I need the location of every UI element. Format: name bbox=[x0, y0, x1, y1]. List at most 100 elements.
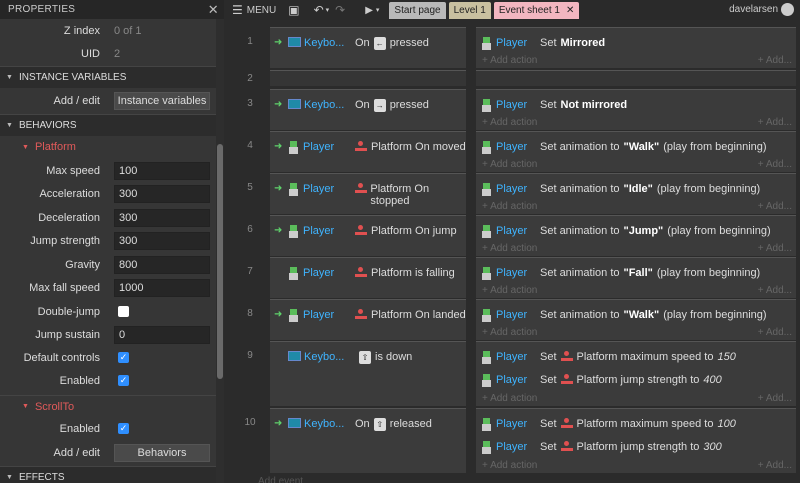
action-row[interactable]: Player Set animation to "Fall" (play from b… bbox=[476, 262, 796, 284]
condition-object[interactable]: ➜ Player bbox=[270, 216, 349, 256]
prop-input[interactable]: 300 bbox=[114, 231, 210, 250]
condition-text[interactable]: Platform On landed bbox=[350, 300, 466, 340]
section-effects[interactable]: ▼ EFFECTS bbox=[0, 466, 216, 483]
condition-text[interactable]: On ← pressed bbox=[350, 28, 466, 68]
platform-enabled-checkbox[interactable]: ✓ bbox=[118, 375, 129, 386]
play-icon[interactable]: ▶ bbox=[365, 5, 373, 16]
condition-text[interactable]: Platform is falling bbox=[350, 258, 466, 298]
tab-event-sheet-1[interactable]: Event sheet 1 ✕ bbox=[493, 1, 580, 19]
action-text[interactable]: Set Mirrored bbox=[536, 37, 609, 49]
add-more-link[interactable]: + Add... bbox=[758, 285, 792, 296]
action-object[interactable]: Player bbox=[476, 182, 536, 196]
tab-level-1[interactable]: Level 1 bbox=[448, 1, 491, 19]
event-conditions[interactable]: ➜ Player Platform On stopped bbox=[270, 173, 466, 214]
action-text[interactable]: Set animation to "Jump" (play from beginni… bbox=[536, 225, 771, 237]
action-text[interactable]: Set Not mirrored bbox=[536, 99, 631, 111]
add-action-link[interactable]: + Add action + Add... bbox=[476, 458, 796, 472]
prop-input[interactable]: 1000 bbox=[114, 278, 210, 297]
add-action-link[interactable]: + Add action + Add... bbox=[476, 115, 796, 129]
action-row[interactable]: Player Set animation to "Jump" (play from b… bbox=[476, 220, 796, 242]
condition-object[interactable]: ➜ Player bbox=[270, 174, 349, 214]
add-action-link[interactable]: + Add action + Add... bbox=[476, 283, 796, 297]
event-conditions[interactable]: Player Platform is falling bbox=[270, 257, 466, 298]
action-text[interactable]: Set animation to "Idle" (play from beginni… bbox=[536, 183, 760, 195]
prop-input[interactable]: 0 bbox=[114, 325, 210, 344]
condition-text[interactable]: Platform On jump bbox=[350, 216, 466, 256]
condition-object[interactable]: ➜ Keybo... bbox=[270, 409, 349, 473]
add-more-link[interactable]: + Add... bbox=[758, 117, 792, 128]
action-text[interactable]: Set Platform maximum speed to 100 bbox=[536, 418, 736, 430]
condition-object[interactable]: Player bbox=[270, 258, 349, 298]
condition-object[interactable]: ➜ Player bbox=[270, 300, 349, 340]
condition-object[interactable]: ➜ Keybo... bbox=[270, 90, 349, 130]
action-row[interactable]: Player Set animation to "Idle" (play from b… bbox=[476, 178, 796, 200]
add-more-link[interactable]: + Add... bbox=[758, 393, 792, 404]
play-dropdown-icon[interactable]: ▾ bbox=[376, 6, 380, 14]
tab-start-page[interactable]: Start page bbox=[389, 1, 446, 19]
action-row[interactable]: Player Set Platform maximum speed to 150 bbox=[476, 346, 796, 368]
action-object[interactable]: Player bbox=[476, 350, 536, 364]
action-row[interactable]: Player Set animation to "Walk" (play from b… bbox=[476, 304, 796, 326]
undo-dropdown-icon[interactable]: ▾ bbox=[326, 6, 330, 14]
close-icon[interactable]: ✕ bbox=[208, 2, 219, 18]
event-row[interactable]: 2 bbox=[230, 70, 796, 86]
action-row[interactable]: Player Set Not mirrored bbox=[476, 94, 796, 116]
save-icon[interactable]: ▣ bbox=[288, 3, 299, 17]
condition-text[interactable]: ⇧ is down bbox=[350, 342, 466, 406]
event-conditions[interactable]: Keybo... ⇧ is down bbox=[270, 341, 466, 406]
add-action-link[interactable]: + Add action + Add... bbox=[476, 53, 796, 67]
empty-event-actions[interactable] bbox=[476, 70, 796, 86]
add-action-link[interactable]: + Add action + Add... bbox=[476, 325, 796, 339]
add-event-link[interactable]: Add event bbox=[258, 476, 303, 483]
event-conditions[interactable]: ➜ Player Platform On jump bbox=[270, 215, 466, 256]
scrollto-enabled-checkbox[interactable]: ✓ bbox=[118, 423, 129, 434]
default-controls-checkbox[interactable]: ✓ bbox=[118, 352, 129, 363]
add-more-link[interactable]: + Add... bbox=[758, 460, 792, 471]
user-account[interactable]: davelarsen bbox=[729, 3, 794, 16]
tab-close-icon[interactable]: ✕ bbox=[566, 5, 574, 16]
action-row[interactable]: Player Set Platform jump strength to 300 bbox=[476, 436, 796, 458]
action-object[interactable]: Player bbox=[476, 308, 536, 322]
section-instance-variables[interactable]: ▼ INSTANCE VARIABLES bbox=[0, 66, 216, 88]
instance-variables-button[interactable]: Instance variables bbox=[114, 91, 210, 110]
event-conditions[interactable]: ➜ Keybo... On ← pressed bbox=[270, 27, 466, 68]
prop-input[interactable]: 300 bbox=[114, 184, 210, 203]
action-text[interactable]: Set animation to "Walk" (play from beginni… bbox=[536, 309, 767, 321]
add-more-link[interactable]: + Add... bbox=[758, 55, 792, 66]
undo-icon[interactable]: ↶ bbox=[314, 3, 324, 17]
add-more-link[interactable]: + Add... bbox=[758, 201, 792, 212]
prop-input[interactable]: 100 bbox=[114, 161, 210, 180]
prop-input[interactable]: 300 bbox=[114, 208, 210, 227]
event-row[interactable]: 8 ➜ Player Platform On landed Player Set anim… bbox=[230, 299, 796, 340]
scrollbar-thumb[interactable] bbox=[217, 144, 223, 379]
add-action-link[interactable]: + Add action + Add... bbox=[476, 199, 796, 213]
event-conditions[interactable]: ➜ Player Platform On landed bbox=[270, 299, 466, 340]
event-row[interactable]: 10 ➜ Keybo... On ⇧ released Player Set Platform … bbox=[230, 408, 796, 473]
condition-text[interactable]: Platform On moved bbox=[350, 132, 466, 172]
action-object[interactable]: Player bbox=[476, 140, 536, 154]
condition-object[interactable]: Keybo... bbox=[270, 342, 349, 406]
action-object[interactable]: Player bbox=[476, 373, 536, 387]
condition-text[interactable]: On ⇧ released bbox=[350, 409, 466, 473]
event-row[interactable]: 4 ➜ Player Platform On moved Player Set anima… bbox=[230, 131, 796, 172]
action-object[interactable]: Player bbox=[476, 36, 536, 50]
add-more-link[interactable]: + Add... bbox=[758, 243, 792, 254]
redo-icon[interactable]: ↷ bbox=[335, 3, 345, 17]
action-text[interactable]: Set Platform maximum speed to 150 bbox=[536, 351, 736, 363]
add-action-link[interactable]: + Add action + Add... bbox=[476, 157, 796, 171]
action-row[interactable]: Player Set Platform maximum speed to 100 bbox=[476, 413, 796, 435]
behavior-scrollto-header[interactable]: ▼ ScrollTo bbox=[0, 395, 216, 417]
behaviors-button[interactable]: Behaviors bbox=[114, 443, 210, 462]
event-conditions[interactable]: ➜ Keybo... On → pressed bbox=[270, 89, 466, 130]
action-row[interactable]: Player Set Mirrored bbox=[476, 32, 796, 54]
action-object[interactable]: Player bbox=[476, 417, 536, 431]
action-text[interactable]: Set animation to "Fall" (play from beginni… bbox=[536, 267, 760, 279]
add-more-link[interactable]: + Add... bbox=[758, 159, 792, 170]
action-object[interactable]: Player bbox=[476, 266, 536, 280]
action-object[interactable]: Player bbox=[476, 98, 536, 112]
menu-button[interactable]: ☰ MENU bbox=[232, 3, 276, 17]
action-object[interactable]: Player bbox=[476, 440, 536, 454]
empty-event-conditions[interactable] bbox=[270, 70, 466, 86]
event-row[interactable]: 1 ➜ Keybo... On ← pressed Player Set Mirrored + A… bbox=[230, 27, 796, 68]
add-action-link[interactable]: + Add action + Add... bbox=[476, 391, 796, 405]
